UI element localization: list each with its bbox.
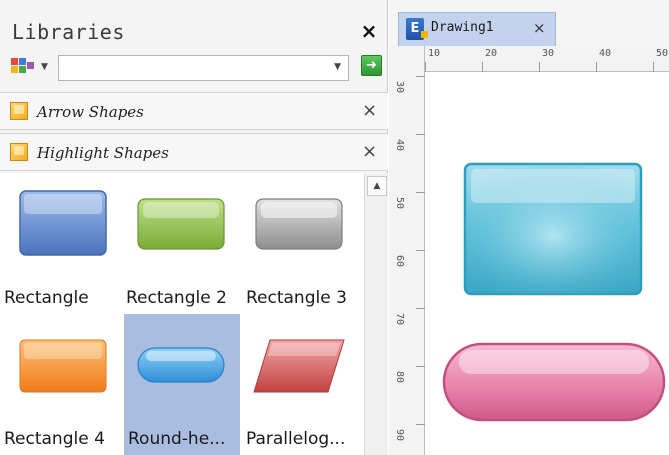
ruler-left-tick: 50 xyxy=(389,192,425,209)
ruler-left-tick: 90 xyxy=(389,424,425,441)
ruler-left-label: 90 xyxy=(394,429,405,442)
tab-label: Drawing1 xyxy=(431,20,494,35)
shape-item-rectangle[interactable]: Rectangle xyxy=(4,173,120,314)
ruler-top-tick: 10 xyxy=(425,46,440,72)
ruler-left-tick: 80 xyxy=(389,366,425,383)
ruler-left-label: 60 xyxy=(394,255,405,268)
shape-label: Parallelog... xyxy=(246,429,346,449)
ruler-top-label: 20 xyxy=(485,48,498,59)
round-head-icon xyxy=(137,347,225,383)
ruler-left-label: 70 xyxy=(394,313,405,326)
category-close-icon[interactable]: × xyxy=(362,101,377,121)
library-manager-icon[interactable] xyxy=(11,58,37,78)
go-arrow-icon[interactable]: ➜ xyxy=(361,55,382,76)
ruler-left-label: 80 xyxy=(394,371,405,384)
library-category-icon xyxy=(10,143,28,161)
canvas-shape-round-head[interactable] xyxy=(442,342,666,422)
tab-close-icon[interactable]: × xyxy=(533,19,546,37)
shape-label: Rectangle 3 xyxy=(246,288,347,308)
shape-label: Rectangle 2 xyxy=(126,288,227,308)
shape-item-parallelogram[interactable]: Parallelog... xyxy=(246,314,362,455)
libraries-close-icon[interactable]: × xyxy=(358,20,380,42)
combo-dropdown-icon[interactable]: ▼ xyxy=(334,62,341,72)
category-close-icon[interactable]: × xyxy=(362,142,377,162)
library-search-combo[interactable]: ▼ xyxy=(58,55,349,81)
ruler-top-label: 30 xyxy=(542,48,555,59)
ruler-left-tick: 60 xyxy=(389,250,425,267)
ruler-left-label: 30 xyxy=(394,81,405,94)
library-manager-dropdown-icon[interactable]: ▼ xyxy=(41,62,48,72)
horizontal-ruler: 10 20 30 40 50 xyxy=(425,46,669,72)
edraw-document-icon: E xyxy=(406,18,428,40)
library-category-highlight-shapes[interactable]: Highlight Shapes × xyxy=(0,133,388,171)
ruler-top-label: 50 xyxy=(656,48,669,59)
ruler-top-label: 10 xyxy=(428,48,441,59)
drawing-canvas[interactable] xyxy=(425,72,669,455)
ruler-left-tick: 70 xyxy=(389,308,425,325)
shape-label: Round-he... xyxy=(128,429,226,449)
library-category-label: Highlight Shapes xyxy=(37,144,169,162)
shape-item-rectangle-3[interactable]: Rectangle 3 xyxy=(246,173,362,314)
libraries-panel: Libraries × ▼ ▼ ➜ Arrow Shapes × Highlig… xyxy=(0,0,388,455)
ruler-top-tick: 40 xyxy=(596,46,611,72)
ruler-left-tick: 40 xyxy=(389,134,425,151)
libraries-header: Libraries × xyxy=(0,0,388,46)
document-tab-bar: E Drawing1 × xyxy=(389,0,669,46)
ruler-top-tick: 20 xyxy=(482,46,497,72)
library-category-arrow-shapes[interactable]: Arrow Shapes × xyxy=(0,92,388,130)
library-category-icon xyxy=(10,102,28,120)
ruler-top-label: 40 xyxy=(599,48,612,59)
ruler-top-tick: 50 xyxy=(653,46,668,72)
scroll-up-arrow-icon[interactable]: ▲ xyxy=(367,176,387,196)
shape-item-round-head[interactable]: Round-he... xyxy=(124,314,240,455)
rectangle-blue-icon xyxy=(19,190,107,256)
shape-item-rectangle-4[interactable]: Rectangle 4 xyxy=(4,314,120,455)
vertical-ruler: 30 40 50 60 70 80 90 xyxy=(389,46,425,455)
rectangle-gray-icon xyxy=(255,198,343,250)
tab-drawing1[interactable]: E Drawing1 × xyxy=(398,12,556,46)
shape-gallery-scrollbar[interactable]: ▲ xyxy=(364,173,388,455)
libraries-title: Libraries xyxy=(12,20,125,44)
ruler-left-label: 50 xyxy=(394,197,405,210)
shape-item-rectangle-2[interactable]: Rectangle 2 xyxy=(126,173,242,314)
shape-label: Rectangle xyxy=(4,288,89,308)
shape-gallery: Rectangle Rectangle 2 Rectangle 3 Rectan… xyxy=(0,173,364,455)
ruler-left-tick: 30 xyxy=(389,76,425,93)
ruler-left-label: 40 xyxy=(394,139,405,152)
rectangle-orange-icon xyxy=(19,339,107,393)
shape-label: Rectangle 4 xyxy=(4,429,105,449)
ruler-top-tick: 30 xyxy=(539,46,554,72)
parallelogram-icon xyxy=(253,339,345,393)
library-category-label: Arrow Shapes xyxy=(37,103,144,121)
canvas-shape-rectangle[interactable] xyxy=(463,162,643,296)
rectangle-green-icon xyxy=(137,198,225,250)
